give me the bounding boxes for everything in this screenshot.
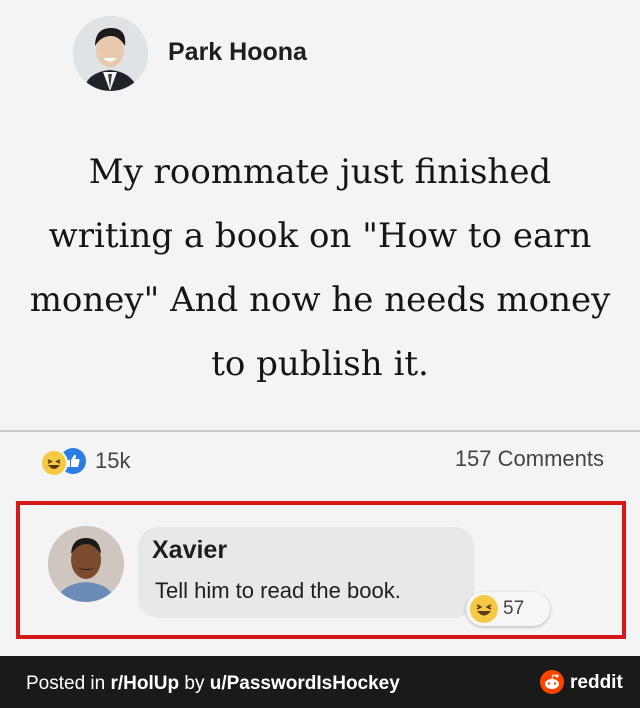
person-avatar-icon: [48, 526, 124, 602]
subreddit-link[interactable]: r/HolUp: [111, 673, 180, 694]
poster-name[interactable]: Park Hoona: [168, 38, 307, 67]
commenter-avatar[interactable]: [48, 526, 124, 602]
post-card: Park Hoona My roommate just finished wri…: [0, 0, 640, 656]
comment-text: Tell him to read the book.: [155, 578, 401, 603]
person-avatar-icon: [73, 16, 148, 91]
user-link[interactable]: u/PasswordIsHockey: [210, 673, 400, 694]
haha-icon: [470, 595, 498, 623]
footer-by: by: [179, 673, 210, 694]
post-text: My roommate just finished writing a book…: [0, 140, 640, 396]
post-text-line: My roommate just finished: [88, 152, 552, 192]
reddit-wordmark: reddit: [570, 672, 623, 693]
reddit-logo-icon: [540, 670, 564, 694]
haha-icon[interactable]: [40, 449, 68, 477]
comments-count[interactable]: 157 Comments: [455, 446, 604, 472]
post-text-line: to publish it.: [211, 344, 429, 384]
poster-avatar[interactable]: [73, 16, 148, 91]
commenter-name[interactable]: Xavier: [152, 536, 227, 565]
reaction-count[interactable]: 15k: [95, 448, 130, 474]
footer-attribution: Posted in r/HolUp by u/PasswordIsHockey: [26, 673, 400, 695]
post-text-line: writing a book on "How to earn: [48, 216, 592, 256]
post-text-line: money" And now he needs money: [29, 280, 611, 320]
comment-reaction-count: 57: [503, 598, 525, 619]
footer-prefix: Posted in: [26, 673, 111, 694]
divider: [0, 430, 640, 432]
